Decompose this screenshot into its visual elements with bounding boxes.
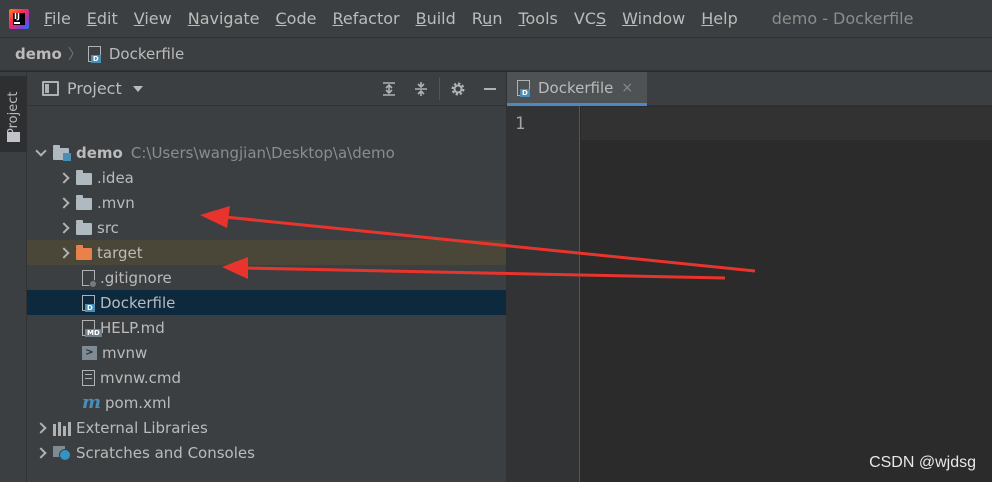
menu-edit[interactable]: Edit	[87, 9, 118, 28]
breadcrumb: demo 〉 D Dockerfile	[0, 37, 992, 71]
line-number: 1	[515, 114, 526, 134]
collapse-all-icon[interactable]	[405, 72, 437, 106]
menu-tools[interactable]: Tools	[518, 9, 557, 28]
tree-item-label: External Libraries	[76, 418, 208, 437]
dockerfile-icon: D	[87, 46, 101, 63]
menu-vcs[interactable]: VCS	[574, 9, 606, 28]
module-folder-icon	[53, 144, 71, 161]
markdown-file-icon: MD	[82, 319, 102, 337]
gear-icon[interactable]	[442, 72, 474, 106]
tree-item-label: target	[97, 243, 143, 262]
tree-item-src[interactable]: src	[27, 215, 506, 240]
panel-toolbar	[373, 72, 506, 106]
intellij-logo-icon: IJ	[9, 8, 29, 29]
menu-build[interactable]: Build	[416, 9, 456, 28]
text-file-icon	[82, 369, 95, 386]
hide-icon[interactable]	[474, 72, 506, 106]
tree-item-label: mvnw.cmd	[100, 368, 182, 387]
expand-all-icon[interactable]	[373, 72, 405, 106]
tree-item-label: .mvn	[97, 193, 135, 212]
library-icon	[53, 421, 71, 436]
tree-item-label: .idea	[97, 168, 134, 187]
close-icon[interactable]: ×	[621, 80, 633, 96]
menu-code[interactable]: Code	[276, 9, 317, 28]
editor-tab-dockerfile[interactable]: D Dockerfile ×	[507, 72, 647, 106]
folder-icon	[76, 220, 92, 235]
chevron-right-icon[interactable]	[35, 422, 47, 434]
tree-item-label: Dockerfile	[100, 293, 176, 312]
chevron-right-icon[interactable]	[35, 447, 47, 459]
menu-navigate[interactable]: Navigate	[188, 9, 260, 28]
window-title: demo - Dockerfile	[771, 9, 914, 28]
tree-item-pom-xml[interactable]: m pom.xml	[27, 390, 506, 415]
tree-item-path: C:\Users\wangjian\Desktop\a\demo	[130, 143, 395, 162]
menu-bar: IJ File Edit View Navigate Code Refactor…	[0, 0, 992, 37]
folder-icon	[76, 195, 92, 210]
editor-tab-label: Dockerfile	[538, 78, 614, 97]
tree-item-label: src	[97, 218, 119, 237]
menu-view[interactable]: View	[134, 9, 172, 28]
tree-item-target[interactable]: target	[27, 240, 506, 265]
project-tool-label: Project	[6, 91, 21, 136]
logo-text: IJ	[14, 11, 20, 21]
breadcrumb-separator: 〉	[67, 47, 82, 63]
tree-item-help-md[interactable]: MD HELP.md	[27, 315, 506, 340]
editor-area: D Dockerfile × 1	[506, 72, 992, 482]
tree-root-demo[interactable]: demo C:\Users\wangjian\Desktop\a\demo	[27, 140, 506, 165]
project-panel: Project demo C:\Users\wangjian\Desktop\a…	[27, 72, 506, 482]
dockerfile-icon: D	[517, 79, 530, 97]
tree-item-scratches[interactable]: Scratches and Consoles	[27, 440, 506, 465]
tree-item-label: demo	[76, 143, 123, 162]
tree-item-label: Scratches and Consoles	[76, 443, 255, 462]
chevron-right-icon[interactable]	[58, 197, 70, 209]
project-icon	[42, 81, 59, 96]
dockerfile-icon: D	[82, 294, 95, 312]
chevron-right-icon[interactable]	[58, 222, 70, 234]
project-view-selector[interactable]: Project	[67, 79, 122, 98]
tree-item-label: HELP.md	[100, 318, 165, 337]
editor-tab-bar: D Dockerfile ×	[507, 72, 992, 106]
gitignore-file-icon	[82, 269, 97, 288]
shell-script-icon: >	[82, 346, 97, 360]
tree-item-mvn[interactable]: .mvn	[27, 190, 506, 215]
watermark: CSDN @wjdsg	[869, 454, 976, 471]
tree-item-mvnw-cmd[interactable]: mvnw.cmd	[27, 365, 506, 390]
tree-item-label: .gitignore	[100, 268, 172, 287]
maven-icon: m	[82, 391, 102, 413]
tree-item-dockerfile[interactable]: D Dockerfile	[27, 290, 506, 315]
line-number-gutter: 1	[507, 106, 580, 482]
menu-refactor[interactable]: Refactor	[332, 9, 399, 28]
left-tool-strip: Project	[0, 72, 27, 482]
editor-text-area[interactable]	[581, 107, 992, 140]
menu-file[interactable]: File	[44, 9, 71, 28]
chevron-down-icon[interactable]	[35, 147, 47, 159]
tree-item-gitignore[interactable]: .gitignore	[27, 265, 506, 290]
tree-item-label: pom.xml	[105, 393, 171, 412]
scratches-icon	[53, 445, 71, 461]
tree-item-label: mvnw	[102, 343, 148, 362]
breadcrumb-project[interactable]: demo	[15, 45, 62, 63]
tree-item-idea[interactable]: .idea	[27, 165, 506, 190]
chevron-right-icon[interactable]	[58, 172, 70, 184]
chevron-right-icon[interactable]	[58, 247, 70, 259]
project-panel-header: Project	[27, 72, 506, 106]
folder-icon	[76, 170, 92, 185]
menu-window[interactable]: Window	[622, 9, 685, 28]
tree-item-mvnw[interactable]: > mvnw	[27, 340, 506, 365]
menu-run[interactable]: Run	[472, 9, 503, 28]
folder-icon	[7, 132, 20, 142]
menu-help[interactable]: Help	[701, 9, 737, 28]
excluded-folder-icon	[76, 245, 92, 260]
breadcrumb-file[interactable]: Dockerfile	[109, 45, 184, 63]
tree-item-external-libraries[interactable]: External Libraries	[27, 415, 506, 440]
chevron-down-icon[interactable]	[132, 85, 143, 92]
